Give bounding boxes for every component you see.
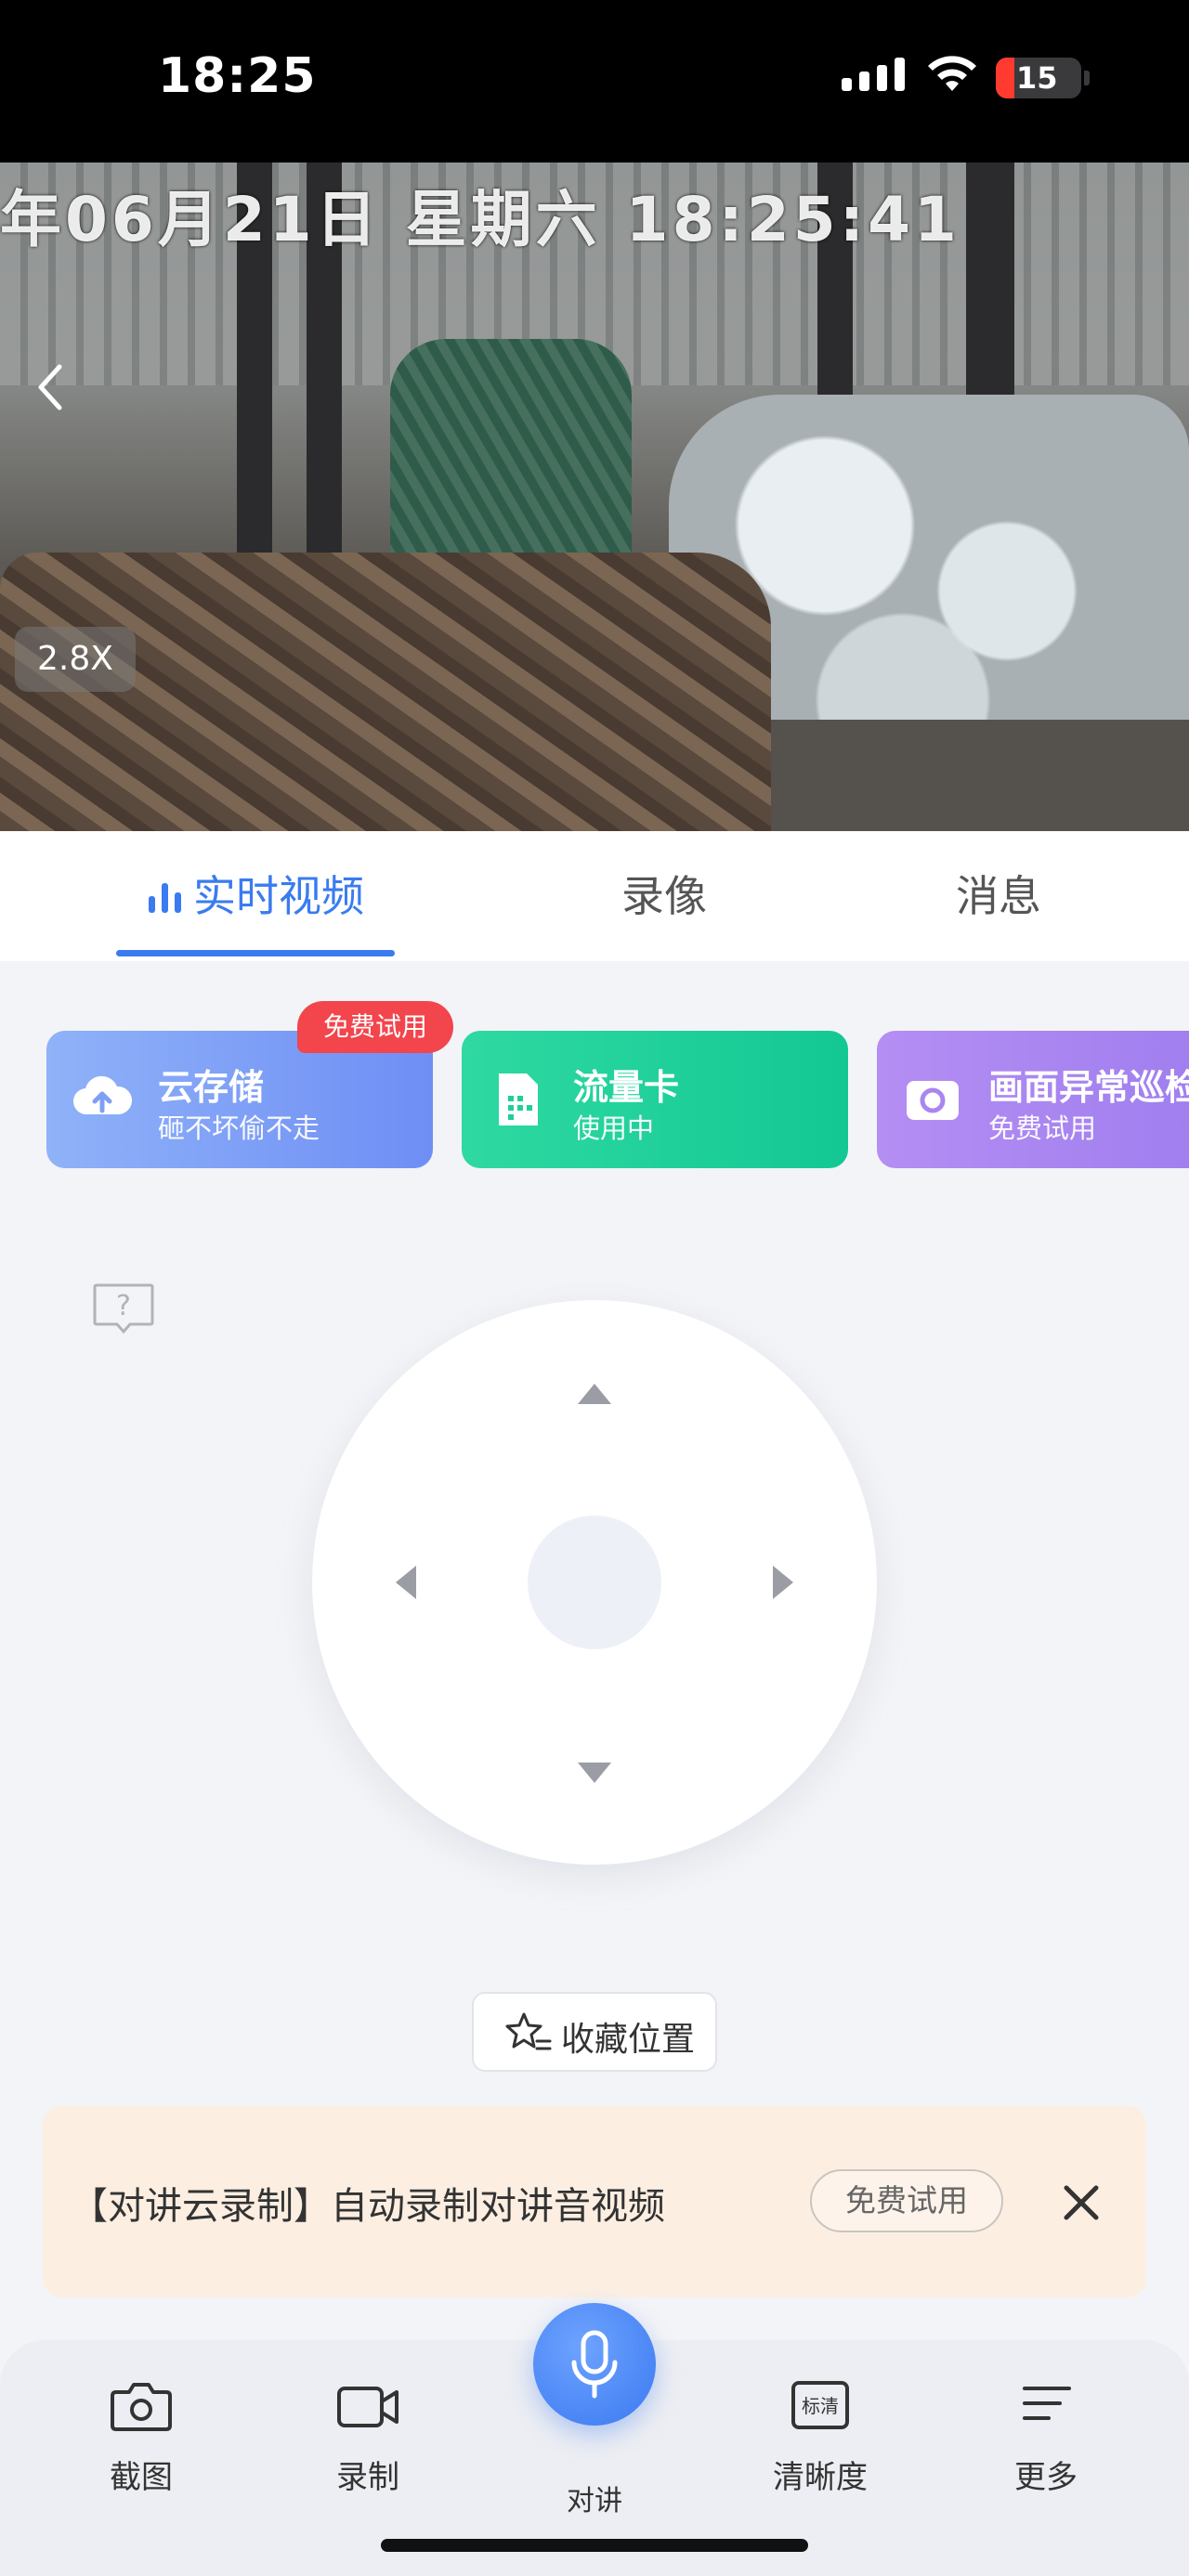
data-sim-title: 流量卡 <box>573 1067 680 1108</box>
status-time: 18:25 <box>158 48 317 104</box>
abnormal-inspection-title: 画面异常巡检 <box>988 1067 1189 1108</box>
cloud-upload-icon <box>72 1075 133 1115</box>
talk-button[interactable] <box>533 2303 656 2426</box>
tab-live-video-label: 实时视频 <box>193 871 364 921</box>
record-button[interactable]: 录制 <box>294 2377 442 2497</box>
cloud-storage-title: 云存储 <box>158 1067 265 1108</box>
quality-button[interactable]: 标清 清晰度 <box>746 2377 895 2497</box>
tab-bar: 实时视频 录像 消息 <box>0 831 1189 961</box>
tab-messages[interactable]: 消息 <box>892 831 1105 961</box>
ptz-left-arrow-icon[interactable] <box>396 1566 416 1599</box>
data-sim-subtitle: 使用中 <box>573 1112 655 1144</box>
quality-icon-text: 标清 <box>802 2395 839 2417</box>
camera-frame-icon <box>907 1081 959 1120</box>
quality-sd-icon: 标清 <box>791 2381 849 2429</box>
ptz-up-arrow-icon[interactable] <box>578 1384 611 1404</box>
abnormal-inspection-card[interactable]: 画面异常巡检 免费试用 <box>877 1031 1189 1168</box>
ptz-direction-pad <box>312 1300 877 1865</box>
zoom-level-badge: 2.8X <box>15 627 136 692</box>
screenshot-label: 截图 <box>110 2459 173 2496</box>
menu-lines-icon <box>1023 2387 1071 2420</box>
live-video-view[interactable]: 年06月21日 星期六 18:25:41 2.8X <box>0 163 1189 831</box>
close-icon[interactable] <box>1055 2177 1107 2229</box>
ptz-right-arrow-icon[interactable] <box>773 1566 793 1599</box>
battery-tip <box>1084 71 1090 85</box>
tab-recordings[interactable]: 录像 <box>557 831 771 961</box>
star-list-icon <box>505 2012 552 2050</box>
status-bar: 18:25 15 <box>0 0 1189 163</box>
promo-text: 【对讲云录制】自动录制对讲音视频 <box>71 2185 665 2228</box>
wifi-icon <box>928 56 976 91</box>
video-timestamp-overlay: 年06月21日 星期六 18:25:41 <box>0 184 960 255</box>
active-tab-indicator <box>116 950 395 956</box>
battery-level: 15 <box>1016 60 1058 96</box>
tab-live-video[interactable]: 实时视频 <box>116 831 395 961</box>
favorite-position-button[interactable]: 收藏位置 <box>472 1992 717 2072</box>
cellular-signal-icon <box>842 58 905 91</box>
camera-live-page: 18:25 15 年06月21日 星期六 18:25:41 2.8X 实时视频 … <box>0 0 1189 2576</box>
video-camera-icon <box>337 2387 399 2427</box>
help-question-icon[interactable]: ? <box>91 1281 156 1337</box>
ptz-down-arrow-icon[interactable] <box>578 1763 611 1783</box>
video-scene-ground <box>725 720 1189 831</box>
svg-text:?: ? <box>116 1290 131 1322</box>
favorite-position-label: 收藏位置 <box>561 2021 696 2059</box>
live-bars-icon <box>149 883 181 913</box>
ptz-center-button[interactable] <box>528 1516 661 1649</box>
talk-cloud-recording-banner: 【对讲云录制】自动录制对讲音视频 免费试用 <box>43 2106 1146 2297</box>
quality-label: 清晰度 <box>773 2459 868 2496</box>
more-label: 更多 <box>1014 2459 1078 2496</box>
screenshot-button[interactable]: 截图 <box>67 2377 216 2497</box>
home-indicator[interactable] <box>381 2539 808 2552</box>
record-label: 录制 <box>336 2459 399 2496</box>
video-scene-brown-bales <box>0 553 771 831</box>
cloud-storage-subtitle: 砸不坏偷不走 <box>158 1112 320 1144</box>
sim-card-icon <box>499 1073 538 1125</box>
camera-icon <box>111 2383 172 2431</box>
battery-icon: 15 <box>996 58 1081 98</box>
abnormal-inspection-subtitle: 免费试用 <box>988 1112 1097 1144</box>
back-arrow-icon[interactable] <box>28 359 74 415</box>
data-sim-card[interactable]: 流量卡 使用中 <box>462 1031 848 1168</box>
microphone-icon <box>571 2330 618 2399</box>
free-trial-badge: 免费试用 <box>297 1001 453 1053</box>
talk-label: 对讲 <box>567 2485 622 2517</box>
more-button[interactable]: 更多 <box>972 2377 1120 2497</box>
promo-free-trial-button[interactable]: 免费试用 <box>810 2169 1003 2232</box>
